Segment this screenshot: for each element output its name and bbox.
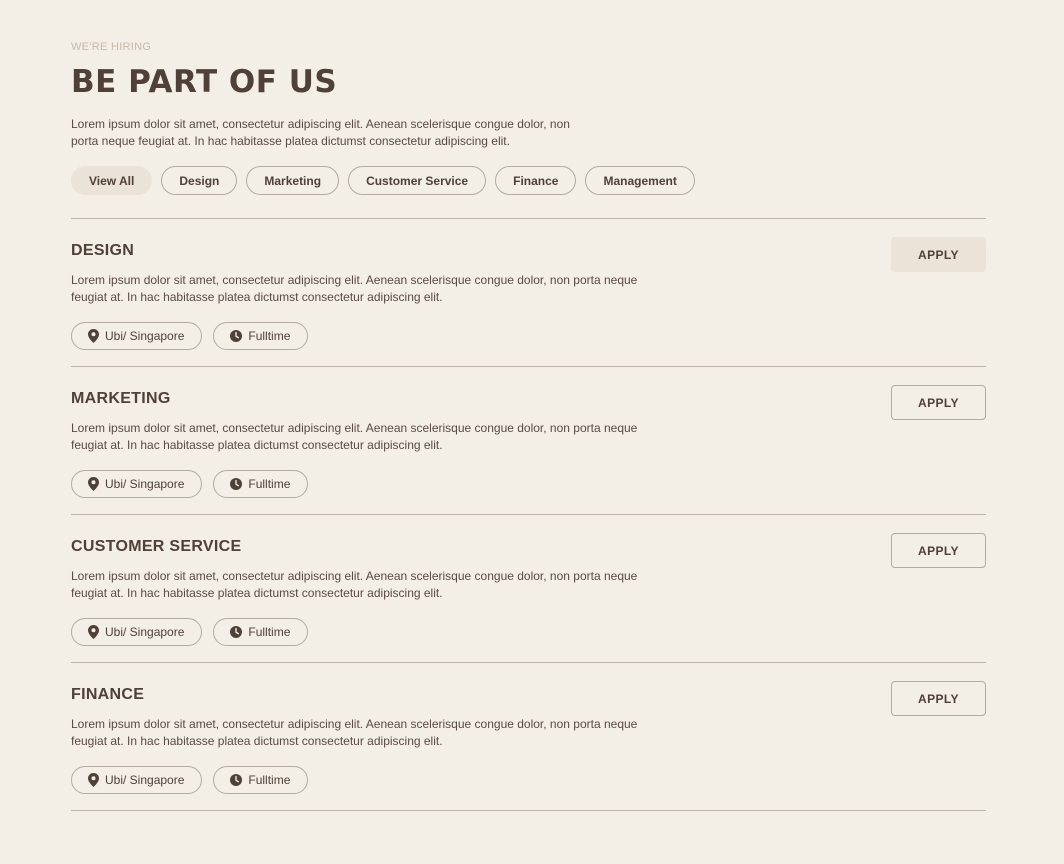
job-tags: Ubi/ Singapore Fulltime (71, 766, 309, 794)
job-description: Lorem ipsum dolor sit amet, consectetur … (71, 717, 638, 748)
clock-icon (230, 478, 243, 490)
job-listing-finance: FINANCE Lorem ipsum dolor sit amet, cons… (71, 663, 986, 811)
job-listing-customer-service: CUSTOMER SERVICE Lorem ipsum dolor sit a… (71, 515, 986, 663)
job-tags: Ubi/ Singapore Fulltime (71, 322, 309, 350)
apply-button[interactable]: APPLY (891, 237, 986, 272)
location-tag: Ubi/ Singapore (71, 618, 203, 646)
filter-design[interactable]: Design (161, 166, 238, 195)
filter-bar: View All Design Marketing Customer Servi… (71, 166, 986, 195)
job-listing-design: DESIGN Lorem ipsum dolor sit amet, conse… (71, 219, 986, 367)
filter-marketing[interactable]: Marketing (246, 166, 340, 195)
location-label: Ubi/ Singapore (105, 773, 185, 787)
job-title: FINANCE (71, 686, 145, 703)
page-title: BE PART OF US (71, 64, 338, 100)
type-label: Fulltime (248, 477, 291, 491)
location-pin-icon (88, 773, 99, 787)
location-label: Ubi/ Singapore (105, 329, 185, 343)
location-tag: Ubi/ Singapore (71, 322, 203, 350)
location-pin-icon (88, 625, 99, 639)
location-pin-icon (88, 329, 99, 343)
careers-page: WE'RE HIRING BE PART OF US Lorem ipsum d… (0, 0, 1064, 811)
intro-text: Lorem ipsum dolor sit amet, consectetur … (71, 117, 570, 148)
apply-button[interactable]: APPLY (891, 533, 986, 568)
job-title: MARKETING (71, 390, 171, 407)
clock-icon (230, 330, 243, 342)
location-label: Ubi/ Singapore (105, 625, 185, 639)
filter-view-all[interactable]: View All (71, 166, 153, 195)
filter-finance[interactable]: Finance (495, 166, 577, 195)
job-tags: Ubi/ Singapore Fulltime (71, 618, 309, 646)
location-pin-icon (88, 477, 99, 491)
location-label: Ubi/ Singapore (105, 477, 185, 491)
type-label: Fulltime (248, 773, 291, 787)
type-tag: Fulltime (213, 470, 309, 498)
type-tag: Fulltime (213, 618, 309, 646)
job-tags: Ubi/ Singapore Fulltime (71, 470, 309, 498)
type-tag: Fulltime (213, 766, 309, 794)
clock-icon (230, 774, 243, 786)
clock-icon (230, 626, 243, 638)
job-description: Lorem ipsum dolor sit amet, consectetur … (71, 273, 638, 304)
filter-management[interactable]: Management (585, 166, 695, 195)
job-list: DESIGN Lorem ipsum dolor sit amet, conse… (71, 218, 986, 811)
type-label: Fulltime (248, 329, 291, 343)
filter-customer-service[interactable]: Customer Service (348, 166, 487, 195)
job-listing-marketing: MARKETING Lorem ipsum dolor sit amet, co… (71, 367, 986, 515)
type-tag: Fulltime (213, 322, 309, 350)
job-description: Lorem ipsum dolor sit amet, consectetur … (71, 421, 638, 452)
type-label: Fulltime (248, 625, 291, 639)
location-tag: Ubi/ Singapore (71, 470, 203, 498)
location-tag: Ubi/ Singapore (71, 766, 203, 794)
apply-button[interactable]: APPLY (891, 681, 986, 716)
apply-button[interactable]: APPLY (891, 385, 986, 420)
eyebrow-label: WE'RE HIRING (71, 41, 152, 53)
job-description: Lorem ipsum dolor sit amet, consectetur … (71, 569, 638, 600)
job-title: CUSTOMER SERVICE (71, 538, 242, 555)
job-title: DESIGN (71, 242, 135, 259)
